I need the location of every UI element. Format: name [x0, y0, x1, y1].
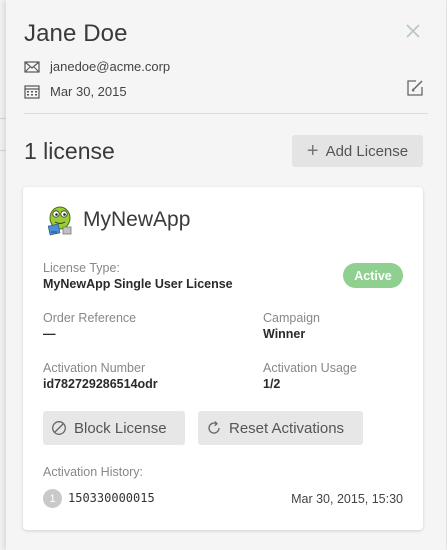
history-index-badge: 1 [43, 489, 62, 508]
activation-number-value: id782729286514odr [43, 377, 158, 391]
activation-usage-label: Activation Usage [263, 361, 357, 375]
order-reference-value: — [43, 327, 56, 341]
license-type-label: License Type: [43, 261, 120, 275]
campaign-value: Winner [263, 327, 306, 341]
date-row: Mar 30, 2015 [24, 84, 127, 99]
add-license-button[interactable]: + Add License [292, 135, 423, 167]
activation-usage-value: 1/2 [263, 377, 281, 391]
edit-icon [407, 80, 423, 96]
block-icon [52, 421, 66, 435]
status-badge: Active [343, 263, 403, 288]
activation-history-label: Activation History: [43, 465, 144, 479]
calendar-icon [24, 84, 40, 99]
customer-date: Mar 30, 2015 [50, 84, 127, 99]
customer-header: Jane Doe janedoe@acme.corp Mar 30, 2015 [24, 0, 428, 114]
order-reference-label: Order Reference [43, 311, 137, 325]
close-icon [406, 24, 420, 38]
customer-email: janedoe@acme.corp [50, 59, 171, 74]
campaign-label: Campaign [263, 311, 320, 325]
envelope-icon [24, 60, 40, 73]
history-activation-date: Mar 30, 2015, 15:30 [291, 492, 403, 506]
customer-detail-panel: Jane Doe janedoe@acme.corp Mar 30, 2015 … [6, 0, 446, 550]
activation-number-label: Activation Number [43, 361, 146, 375]
license-card: MyNewApp License Type: MyNewApp Single U… [23, 187, 423, 530]
add-license-label: Add License [325, 142, 409, 160]
license-type-value: MyNewApp Single User License [43, 277, 233, 291]
reset-activations-label: Reset Activations [229, 419, 345, 437]
block-license-label: Block License [74, 419, 167, 437]
app-mascot-icon [47, 206, 72, 236]
plus-icon: + [306, 140, 319, 162]
app-name: MyNewApp [83, 208, 191, 231]
license-count-heading: 1 license [24, 138, 115, 164]
block-license-button[interactable]: Block License [43, 411, 185, 445]
edit-button[interactable] [406, 79, 424, 97]
history-activation-id: 150330000015 [68, 491, 155, 505]
app-header: MyNewApp [43, 203, 190, 237]
refresh-icon [208, 421, 220, 434]
close-button[interactable] [404, 22, 422, 40]
customer-name: Jane Doe [24, 20, 128, 47]
email-row: janedoe@acme.corp [24, 59, 170, 74]
reset-activations-button[interactable]: Reset Activations [198, 411, 363, 445]
